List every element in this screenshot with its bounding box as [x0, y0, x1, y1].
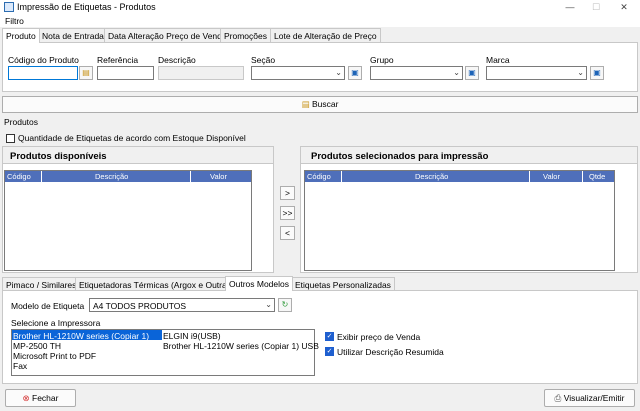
cancel-icon: ⊗ [22, 393, 30, 403]
tab-outros-modelos[interactable]: Outros Modelos [225, 276, 293, 291]
window-title: Impressão de Etiquetas - Produtos [17, 2, 156, 12]
descricao-input [158, 66, 244, 80]
refresh-icon[interactable]: ↻ [278, 298, 292, 312]
secao-search-icon[interactable]: ▣ [348, 66, 362, 80]
col-codigo[interactable]: Código [307, 172, 331, 181]
qtd-estoque-label: Quantidade de Etiquetas de acordo com Es… [18, 133, 246, 143]
selecionados-grid[interactable] [304, 170, 615, 271]
selecionados-title: Produtos selecionados para impressão [311, 151, 489, 162]
disponiveis-title: Produtos disponíveis [10, 151, 107, 162]
tab-data-alteracao[interactable]: Data Alteração Preço de Venda [104, 28, 231, 42]
chevron-down-icon: ⌄ [335, 68, 342, 77]
tab-lote-alteracao[interactable]: Lote de Alteração de Preço [270, 28, 381, 42]
printer-item[interactable]: Microsoft Print to PDF [13, 351, 96, 361]
marca-label: Marca [486, 55, 510, 65]
tab-termicas[interactable]: Etiquetadoras Térmicas (Argox e Outras) [75, 277, 238, 291]
col-qtde[interactable]: Qtde [589, 172, 605, 181]
referencia-label: Referência [97, 55, 139, 65]
visualizar-button[interactable]: ⎙ Visualizar/Emitir [544, 389, 635, 407]
tab-pimaco[interactable]: Pimaco / Similares [2, 277, 81, 291]
marca-search-icon[interactable]: ▣ [590, 66, 604, 80]
utilizar-desc-checkbox[interactable]: ✓ [325, 347, 334, 356]
menu-bar: Filtro [0, 15, 640, 27]
minimize-icon[interactable]: — [558, 1, 582, 14]
disponiveis-grid[interactable] [4, 170, 252, 271]
add-button[interactable]: > [280, 186, 295, 200]
add-all-button[interactable]: >> [280, 206, 295, 220]
printer-item[interactable]: Fax [13, 361, 27, 371]
fechar-button[interactable]: ⊗ Fechar [5, 389, 76, 407]
chevron-down-icon: ⌄ [265, 300, 272, 309]
utilizar-desc-label: Utilizar Descrição Resumida [337, 347, 444, 357]
descricao-label: Descrição [158, 55, 196, 65]
col-descricao[interactable]: Descrição [95, 172, 128, 181]
secao-label: Seção [251, 55, 276, 65]
close-icon[interactable]: ✕ [612, 1, 636, 14]
printer-item[interactable]: MP-2500 TH [13, 341, 61, 351]
tab-promocoes[interactable]: Promoções [220, 28, 271, 42]
remove-button[interactable]: < [280, 226, 295, 240]
impressora-label: Selecione a Impressora [11, 318, 101, 328]
codigo-label: Código do Produto [8, 55, 79, 65]
folder-search-icon[interactable]: ▤ [79, 66, 93, 80]
exibir-preco-checkbox[interactable]: ✓ [325, 332, 334, 341]
col-codigo[interactable]: Código [7, 172, 31, 181]
printer-item[interactable]: Brother HL-1210W series (Copiar 1) [13, 331, 149, 341]
title-bar: Impressão de Etiquetas - Produtos — ☐ ✕ [0, 0, 640, 15]
maximize-icon[interactable]: ☐ [584, 1, 608, 14]
fechar-label: Fechar [32, 393, 59, 403]
grupo-combo[interactable]: ⌄ [370, 66, 463, 80]
selecionados-grid-header: Código Descrição Valor Qtde [305, 171, 614, 182]
modelo-value: A4 TODOS PRODUTOS [93, 301, 187, 311]
buscar-button[interactable]: ▤ Buscar [2, 96, 638, 113]
tab-nota-entrada[interactable]: Nota de Entrada [38, 28, 108, 42]
modelo-label: Modelo de Etiqueta [11, 301, 85, 311]
referencia-input[interactable] [97, 66, 154, 80]
exibir-preco-label: Exibir preço de Venda [337, 332, 421, 342]
printer-icon: ⎙ [554, 393, 562, 403]
grupo-label: Grupo [370, 55, 394, 65]
col-valor[interactable]: Valor [210, 172, 227, 181]
secao-combo[interactable]: ⌄ [251, 66, 345, 80]
disponiveis-grid-header: Código Descrição Valor [5, 171, 251, 182]
grupo-search-icon[interactable]: ▣ [465, 66, 479, 80]
chevron-down-icon: ⌄ [577, 68, 584, 77]
visualizar-label: Visualizar/Emitir [563, 393, 625, 403]
col-valor[interactable]: Valor [543, 172, 560, 181]
tab-produto[interactable]: Produto [2, 28, 40, 43]
menu-filtro[interactable]: Filtro [5, 16, 24, 26]
marca-combo[interactable]: ⌄ [486, 66, 587, 80]
chevron-down-icon: ⌄ [453, 68, 460, 77]
printer-item[interactable]: ELGIN i9(USB) [163, 331, 221, 341]
qtd-estoque-checkbox[interactable] [6, 134, 15, 143]
codigo-input[interactable] [8, 66, 78, 80]
printer-item[interactable]: Brother HL-1210W series (Copiar 1) USB [163, 341, 319, 351]
col-descricao[interactable]: Descrição [415, 172, 448, 181]
buscar-label: Buscar [311, 99, 339, 109]
app-icon [4, 2, 14, 12]
produtos-label: Produtos [4, 117, 39, 127]
search-icon: ▤ [301, 99, 310, 109]
tab-personalizadas[interactable]: Etiquetas Personalizadas [291, 277, 395, 291]
modelo-combo[interactable]: A4 TODOS PRODUTOS ⌄ [89, 298, 275, 312]
